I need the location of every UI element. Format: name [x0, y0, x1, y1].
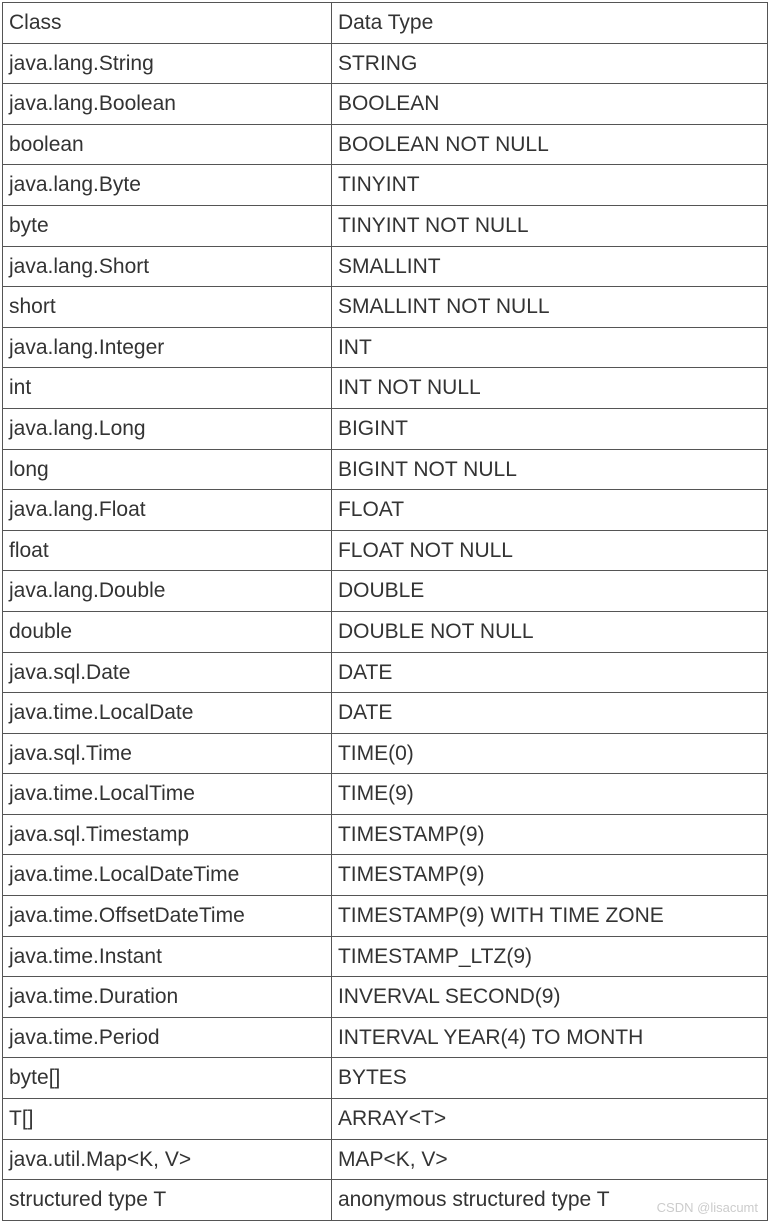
- cell-datatype: TIMESTAMP(9): [331, 855, 767, 896]
- cell-datatype: DOUBLE: [331, 571, 767, 612]
- cell-datatype: MAP<K, V>: [331, 1139, 767, 1180]
- table-row: java.time.LocalTimeTIME(9): [3, 774, 768, 815]
- cell-class: java.lang.Float: [3, 490, 332, 531]
- cell-datatype: DATE: [331, 693, 767, 734]
- table-row: floatFLOAT NOT NULL: [3, 530, 768, 571]
- table-row: java.time.LocalDateDATE: [3, 693, 768, 734]
- cell-class: structured type T: [3, 1180, 332, 1221]
- table-row: java.lang.BooleanBOOLEAN: [3, 84, 768, 125]
- cell-datatype: STRING: [331, 43, 767, 84]
- cell-datatype: INT: [331, 327, 767, 368]
- table-row: byteTINYINT NOT NULL: [3, 205, 768, 246]
- type-mapping-table: Class Data Type java.lang.StringSTRING j…: [2, 2, 768, 1221]
- cell-datatype: INTERVAL YEAR(4) TO MONTH: [331, 1017, 767, 1058]
- cell-class: java.util.Map<K, V>: [3, 1139, 332, 1180]
- cell-datatype: TIMESTAMP_LTZ(9): [331, 936, 767, 977]
- cell-class: java.time.OffsetDateTime: [3, 896, 332, 937]
- table-row: java.lang.ByteTINYINT: [3, 165, 768, 206]
- cell-datatype: FLOAT: [331, 490, 767, 531]
- table-row: java.time.PeriodINTERVAL YEAR(4) TO MONT…: [3, 1017, 768, 1058]
- table-row: intINT NOT NULL: [3, 368, 768, 409]
- header-datatype: Data Type: [331, 3, 767, 44]
- table-row: doubleDOUBLE NOT NULL: [3, 611, 768, 652]
- cell-datatype: TIME(9): [331, 774, 767, 815]
- cell-class: short: [3, 287, 332, 328]
- table-row: java.time.LocalDateTimeTIMESTAMP(9): [3, 855, 768, 896]
- cell-class: java.time.Duration: [3, 977, 332, 1018]
- table-row: java.sql.TimeTIME(0): [3, 733, 768, 774]
- cell-class: java.time.LocalDate: [3, 693, 332, 734]
- cell-datatype: TINYINT: [331, 165, 767, 206]
- cell-class: float: [3, 530, 332, 571]
- table-row: byte[]BYTES: [3, 1058, 768, 1099]
- table-row: booleanBOOLEAN NOT NULL: [3, 124, 768, 165]
- cell-class: T[]: [3, 1099, 332, 1140]
- cell-class: java.lang.Byte: [3, 165, 332, 206]
- cell-class: boolean: [3, 124, 332, 165]
- table-row: java.time.DurationINVERVAL SECOND(9): [3, 977, 768, 1018]
- cell-class: java.sql.Time: [3, 733, 332, 774]
- cell-datatype: BIGINT NOT NULL: [331, 449, 767, 490]
- table-row: java.time.OffsetDateTimeTIMESTAMP(9) WIT…: [3, 896, 768, 937]
- table-row: java.sql.TimestampTIMESTAMP(9): [3, 814, 768, 855]
- cell-datatype: FLOAT NOT NULL: [331, 530, 767, 571]
- cell-datatype: BYTES: [331, 1058, 767, 1099]
- table-row: java.lang.IntegerINT: [3, 327, 768, 368]
- cell-class: java.time.Period: [3, 1017, 332, 1058]
- table-row: java.lang.StringSTRING: [3, 43, 768, 84]
- cell-datatype: TIMESTAMP(9): [331, 814, 767, 855]
- cell-class: java.lang.Double: [3, 571, 332, 612]
- cell-class: java.lang.Long: [3, 408, 332, 449]
- cell-datatype: BOOLEAN: [331, 84, 767, 125]
- header-class: Class: [3, 3, 332, 44]
- table-row: java.sql.DateDATE: [3, 652, 768, 693]
- table-row: java.lang.FloatFLOAT: [3, 490, 768, 531]
- cell-datatype: BIGINT: [331, 408, 767, 449]
- cell-datatype: SMALLINT: [331, 246, 767, 287]
- cell-class: java.time.Instant: [3, 936, 332, 977]
- table-row: T[]ARRAY<T>: [3, 1099, 768, 1140]
- cell-datatype: DOUBLE NOT NULL: [331, 611, 767, 652]
- table-row: java.lang.LongBIGINT: [3, 408, 768, 449]
- cell-class: java.lang.Integer: [3, 327, 332, 368]
- table-row: shortSMALLINT NOT NULL: [3, 287, 768, 328]
- table-row: java.lang.ShortSMALLINT: [3, 246, 768, 287]
- cell-datatype: TINYINT NOT NULL: [331, 205, 767, 246]
- cell-class: int: [3, 368, 332, 409]
- cell-class: java.sql.Timestamp: [3, 814, 332, 855]
- table-row: structured type Tanonymous structured ty…: [3, 1180, 768, 1221]
- cell-class: java.lang.String: [3, 43, 332, 84]
- cell-datatype: TIMESTAMP(9) WITH TIME ZONE: [331, 896, 767, 937]
- table-row: java.util.Map<K, V>MAP<K, V>: [3, 1139, 768, 1180]
- cell-datatype: INVERVAL SECOND(9): [331, 977, 767, 1018]
- cell-class: double: [3, 611, 332, 652]
- cell-datatype: TIME(0): [331, 733, 767, 774]
- cell-class: java.lang.Boolean: [3, 84, 332, 125]
- cell-datatype: INT NOT NULL: [331, 368, 767, 409]
- table-row: java.lang.DoubleDOUBLE: [3, 571, 768, 612]
- cell-class: java.sql.Date: [3, 652, 332, 693]
- cell-datatype: DATE: [331, 652, 767, 693]
- cell-class: byte: [3, 205, 332, 246]
- cell-datatype: ARRAY<T>: [331, 1099, 767, 1140]
- cell-datatype: SMALLINT NOT NULL: [331, 287, 767, 328]
- table-header-row: Class Data Type: [3, 3, 768, 44]
- watermark-text: CSDN @lisacumt: [657, 1200, 758, 1215]
- cell-class: java.time.LocalDateTime: [3, 855, 332, 896]
- table-row: longBIGINT NOT NULL: [3, 449, 768, 490]
- cell-class: long: [3, 449, 332, 490]
- cell-class: java.lang.Short: [3, 246, 332, 287]
- cell-datatype: BOOLEAN NOT NULL: [331, 124, 767, 165]
- cell-class: java.time.LocalTime: [3, 774, 332, 815]
- table-row: java.time.InstantTIMESTAMP_LTZ(9): [3, 936, 768, 977]
- cell-class: byte[]: [3, 1058, 332, 1099]
